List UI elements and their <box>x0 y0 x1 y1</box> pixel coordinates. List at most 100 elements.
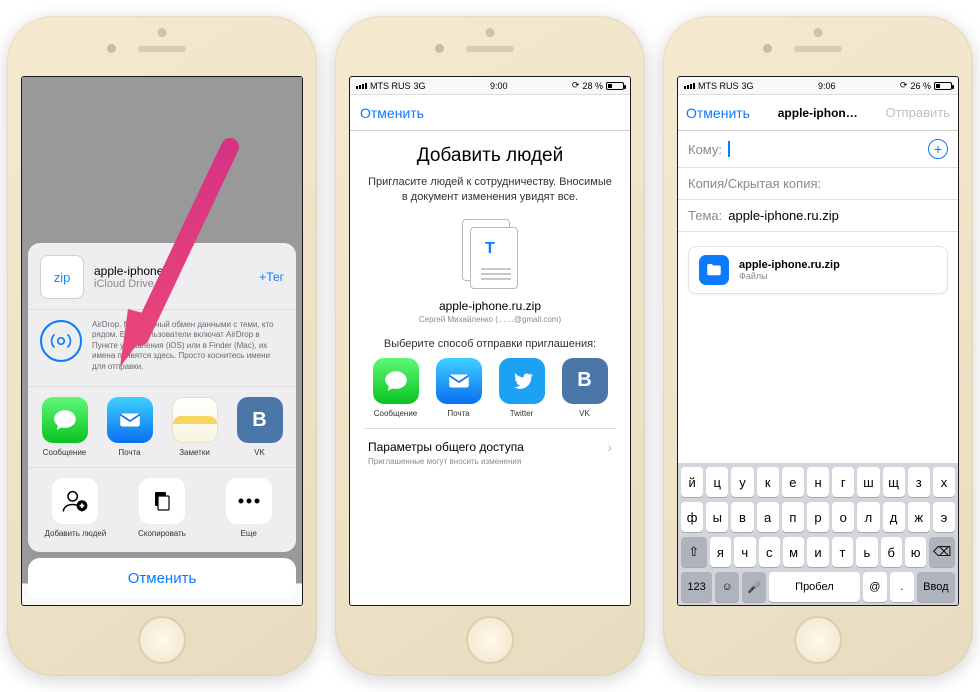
add-people-icon <box>52 478 98 524</box>
home-button[interactable] <box>466 616 514 664</box>
key-а[interactable]: а <box>757 502 779 532</box>
mic-key[interactable]: 🎤 <box>742 572 766 602</box>
key-о[interactable]: о <box>832 502 854 532</box>
key-д[interactable]: д <box>883 502 905 532</box>
invite-app-twitter[interactable]: Twitter <box>490 358 553 418</box>
key-ц[interactable]: ц <box>706 467 728 497</box>
share-app-mail[interactable]: Почта <box>97 397 162 457</box>
key-ю[interactable]: ю <box>905 537 926 567</box>
cancel-button[interactable]: Отменить <box>360 105 424 121</box>
add-tag-button[interactable]: +Тег <box>259 270 284 284</box>
zip-icon: zip <box>40 255 84 299</box>
key-р[interactable]: р <box>807 502 829 532</box>
key-ч[interactable]: ч <box>734 537 755 567</box>
screen-2: MTS RUS3G 9:00 ⟳28 % Отменить Добавить л… <box>349 76 631 606</box>
share-options-row[interactable]: Параметры общего доступа › <box>364 429 616 457</box>
key-б[interactable]: б <box>881 537 902 567</box>
invite-method-label: Выберите способ отправки приглашения: <box>384 338 596 350</box>
key-г[interactable]: г <box>832 467 854 497</box>
more-action[interactable]: Еще <box>205 478 292 538</box>
cancel-button[interactable]: Отменить <box>28 558 296 599</box>
phone-3: MTS RUS3G 9:06 ⟳26 % Отменить apple-ipho… <box>663 16 973 676</box>
share-app-notes[interactable]: Заметки <box>162 397 227 457</box>
key-е[interactable]: е <box>782 467 804 497</box>
invite-app-vk[interactable]: B VK <box>553 358 616 418</box>
phone-1: MTS RUS3G 8:59 ⟳28 % НедавниеОбзор zip a… <box>7 16 317 676</box>
key-н[interactable]: н <box>807 467 829 497</box>
cancel-button[interactable]: Отменить <box>686 105 750 121</box>
messages-icon <box>42 397 88 443</box>
key-з[interactable]: з <box>908 467 930 497</box>
key-к[interactable]: к <box>757 467 779 497</box>
keyboard: йцукенгшщзх фывапролджэ ⇧ ячсмитьбю⌫ 123… <box>678 463 958 605</box>
shift-key[interactable]: ⇧ <box>681 537 707 567</box>
cc-field[interactable]: Копия/Скрытая копия: <box>678 168 958 200</box>
text-cursor <box>728 141 730 157</box>
emoji-key[interactable]: ☺ <box>715 572 739 602</box>
key-п[interactable]: п <box>782 502 804 532</box>
key-й[interactable]: й <box>681 467 703 497</box>
attachment[interactable]: apple-iphone.ru.zip Файлы <box>688 246 948 294</box>
add-contact-button[interactable]: + <box>928 139 948 159</box>
status-time: 9:06 <box>818 81 836 91</box>
key-в[interactable]: в <box>731 502 753 532</box>
file-header: zip apple-iphone.ru iCloud Drive +Тег <box>28 243 296 310</box>
share-app-vk[interactable]: B VK <box>227 397 292 457</box>
return-key[interactable]: Ввод <box>917 572 955 602</box>
key-ы[interactable]: ы <box>706 502 728 532</box>
share-apps-row: Сообщение Почта Заметки B VK <box>28 387 296 468</box>
screen-3: MTS RUS3G 9:06 ⟳26 % Отменить apple-ipho… <box>677 76 959 606</box>
invite-app-messages[interactable]: Сообщение <box>364 358 427 418</box>
airdrop-row[interactable]: AirDrop. Мгновенный обмен данными с теми… <box>28 310 296 387</box>
document-icon: T <box>462 219 518 289</box>
add-people-action[interactable]: Добавить людей <box>32 478 119 538</box>
backspace-key[interactable]: ⌫ <box>929 537 955 567</box>
attachment-name: apple-iphone.ru.zip <box>739 259 840 271</box>
invite-apps-row: Сообщение Почта Twitter B VK <box>364 352 616 429</box>
dot-key[interactable]: . <box>890 572 914 602</box>
key-у[interactable]: у <box>731 467 753 497</box>
status-time: 9:00 <box>490 81 508 91</box>
subject-value: apple-iphone.ru.zip <box>728 208 839 223</box>
key-я[interactable]: я <box>710 537 731 567</box>
key-м[interactable]: м <box>783 537 804 567</box>
messages-icon <box>373 358 419 404</box>
vk-icon: B <box>237 397 283 443</box>
share-app-messages[interactable]: Сообщение <box>32 397 97 457</box>
key-л[interactable]: л <box>857 502 879 532</box>
key-ж[interactable]: ж <box>908 502 930 532</box>
compose-title: apple-iphon… <box>750 106 886 120</box>
key-ш[interactable]: ш <box>857 467 879 497</box>
copy-icon <box>139 478 185 524</box>
compose-nav-bar: Отменить apple-iphon… Отправить <box>678 95 958 131</box>
share-sheet: zip apple-iphone.ru iCloud Drive +Тег Ai… <box>28 243 296 599</box>
file-name: apple-iphone.ru.zip <box>439 299 541 313</box>
folder-icon <box>699 255 729 285</box>
home-button[interactable] <box>794 616 842 664</box>
subject-field[interactable]: Тема: apple-iphone.ru.zip <box>678 200 958 232</box>
phone-2: MTS RUS3G 9:00 ⟳28 % Отменить Добавить л… <box>335 16 645 676</box>
at-key[interactable]: @ <box>863 572 887 602</box>
page-description: Пригласите людей к сотрудничеству. Вноси… <box>364 175 616 205</box>
numbers-key[interactable]: 123 <box>681 572 712 602</box>
key-с[interactable]: с <box>759 537 780 567</box>
key-ф[interactable]: ф <box>681 502 703 532</box>
key-щ[interactable]: щ <box>883 467 905 497</box>
key-и[interactable]: и <box>807 537 828 567</box>
to-field[interactable]: Кому: + <box>678 131 958 168</box>
copy-action[interactable]: Скопировать <box>119 478 206 538</box>
home-button[interactable] <box>138 616 186 664</box>
nav-bar: Отменить <box>350 95 630 131</box>
space-key[interactable]: Пробел <box>769 572 860 602</box>
key-х[interactable]: х <box>933 467 955 497</box>
invite-app-mail[interactable]: Почта <box>427 358 490 418</box>
key-т[interactable]: т <box>832 537 853 567</box>
screen-1: MTS RUS3G 8:59 ⟳28 % НедавниеОбзор zip a… <box>21 76 303 606</box>
send-button[interactable]: Отправить <box>886 105 950 120</box>
key-э[interactable]: э <box>933 502 955 532</box>
chevron-right-icon: › <box>607 439 612 455</box>
key-ь[interactable]: ь <box>856 537 877 567</box>
mail-icon <box>436 358 482 404</box>
twitter-icon <box>499 358 545 404</box>
more-icon <box>226 478 272 524</box>
